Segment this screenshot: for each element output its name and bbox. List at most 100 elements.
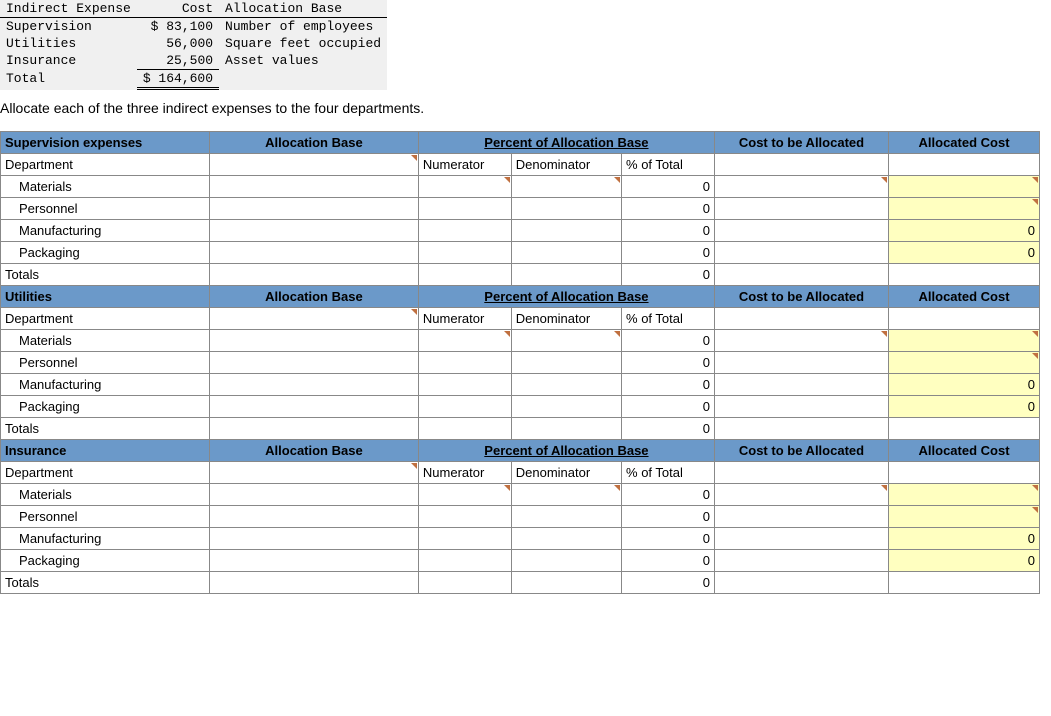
totals-label: Totals: [1, 264, 210, 286]
pct-value: 0: [622, 374, 715, 396]
hdr-denominator: Denominator: [511, 462, 621, 484]
dropdown-icon: [1032, 199, 1038, 205]
dropdown-icon: [1032, 331, 1038, 337]
hdr-department: Department: [1, 308, 210, 330]
dropdown-icon: [411, 155, 417, 161]
denominator-input[interactable]: [511, 352, 621, 374]
dept-name: Materials: [1, 176, 210, 198]
dropdown-icon: [614, 485, 620, 491]
alloc-base-input[interactable]: [209, 462, 418, 484]
denominator-input[interactable]: [511, 176, 621, 198]
section-title-utilities: Utilities: [1, 286, 210, 308]
denominator-input[interactable]: [511, 484, 621, 506]
alloc-cost-output: 0: [889, 374, 1040, 396]
alloc-cost-output[interactable]: [889, 198, 1040, 220]
row-cost: 25,500: [137, 52, 219, 70]
allocation-table: Supervision expenses Allocation Base Per…: [0, 131, 1040, 594]
alloc-cost-output[interactable]: [889, 330, 1040, 352]
denominator-input[interactable]: [511, 550, 621, 572]
dropdown-icon: [504, 331, 510, 337]
cost-input[interactable]: [714, 374, 888, 396]
cost-input[interactable]: [714, 550, 888, 572]
alloc-cost-output: 0: [889, 528, 1040, 550]
pct-value: 0: [622, 396, 715, 418]
dept-name: Personnel: [1, 506, 210, 528]
row-name: Supervision: [0, 18, 137, 36]
pct-value: 0: [622, 528, 715, 550]
hdr-pct-total: % of Total: [622, 462, 715, 484]
hdr-pct-total: % of Total: [622, 154, 715, 176]
dept-name: Materials: [1, 330, 210, 352]
dept-name: Packaging: [1, 242, 210, 264]
hdr-alloc-base: Allocation Base: [209, 440, 418, 462]
hdr-numerator: Numerator: [418, 154, 511, 176]
section-title-insurance: Insurance: [1, 440, 210, 462]
hdr-alloc-base: Allocation Base: [209, 286, 418, 308]
dropdown-icon: [1032, 507, 1038, 513]
numerator-input[interactable]: [418, 220, 511, 242]
hdr-numerator: Numerator: [418, 308, 511, 330]
numerator-input[interactable]: [418, 242, 511, 264]
numerator-input[interactable]: [418, 176, 511, 198]
cost-input[interactable]: [714, 352, 888, 374]
denominator-input[interactable]: [511, 396, 621, 418]
denominator-input[interactable]: [511, 198, 621, 220]
pct-value: 0: [622, 506, 715, 528]
numerator-input[interactable]: [418, 528, 511, 550]
numerator-input[interactable]: [418, 506, 511, 528]
dept-name: Packaging: [1, 550, 210, 572]
total-cost: $ 164,600: [137, 70, 219, 89]
denominator-input[interactable]: [511, 242, 621, 264]
denominator-input[interactable]: [511, 528, 621, 550]
alloc-cost-output[interactable]: [889, 176, 1040, 198]
alloc-cost-output[interactable]: [889, 352, 1040, 374]
cost-input[interactable]: [714, 242, 888, 264]
denominator-input[interactable]: [511, 506, 621, 528]
denominator-input[interactable]: [511, 220, 621, 242]
dept-name: Manufacturing: [1, 220, 210, 242]
alloc-cost-output[interactable]: [889, 506, 1040, 528]
numerator-input[interactable]: [418, 352, 511, 374]
row-cost: $ 83,100: [137, 18, 219, 36]
hdr-denominator: Denominator: [511, 154, 621, 176]
hdr-percent-alloc: Percent of Allocation Base: [418, 440, 714, 462]
hdr-cost-to-alloc: Cost to be Allocated: [714, 440, 888, 462]
dropdown-icon: [614, 177, 620, 183]
instruction-text: Allocate each of the three indirect expe…: [0, 100, 1051, 116]
cost-input[interactable]: [714, 506, 888, 528]
numerator-input[interactable]: [418, 330, 511, 352]
dept-name: Materials: [1, 484, 210, 506]
numerator-input[interactable]: [418, 396, 511, 418]
dropdown-icon: [881, 331, 887, 337]
numerator-input[interactable]: [418, 374, 511, 396]
alloc-base-input[interactable]: [209, 154, 418, 176]
pct-value: 0: [622, 220, 715, 242]
alloc-cost-output: 0: [889, 550, 1040, 572]
row-base: Asset values: [219, 52, 387, 70]
hdr-percent-alloc: Percent of Allocation Base: [418, 286, 714, 308]
denominator-input[interactable]: [511, 374, 621, 396]
pct-total: 0: [622, 572, 715, 594]
cost-input[interactable]: [714, 176, 888, 198]
alloc-base-input[interactable]: [209, 308, 418, 330]
cost-input[interactable]: [714, 198, 888, 220]
dropdown-icon: [881, 177, 887, 183]
cost-input[interactable]: [714, 396, 888, 418]
totals-label: Totals: [1, 418, 210, 440]
hdr-department: Department: [1, 154, 210, 176]
cost-input[interactable]: [714, 528, 888, 550]
cost-input[interactable]: [714, 484, 888, 506]
hdr-pct-total: % of Total: [622, 308, 715, 330]
numerator-input[interactable]: [418, 198, 511, 220]
numerator-input[interactable]: [418, 550, 511, 572]
cost-input[interactable]: [714, 330, 888, 352]
dropdown-icon: [504, 177, 510, 183]
cost-input[interactable]: [714, 220, 888, 242]
dept-name: Manufacturing: [1, 528, 210, 550]
denominator-input[interactable]: [511, 330, 621, 352]
pct-value: 0: [622, 198, 715, 220]
dropdown-icon: [411, 309, 417, 315]
hdr-cost-to-alloc: Cost to be Allocated: [714, 132, 888, 154]
numerator-input[interactable]: [418, 484, 511, 506]
alloc-cost-output[interactable]: [889, 484, 1040, 506]
